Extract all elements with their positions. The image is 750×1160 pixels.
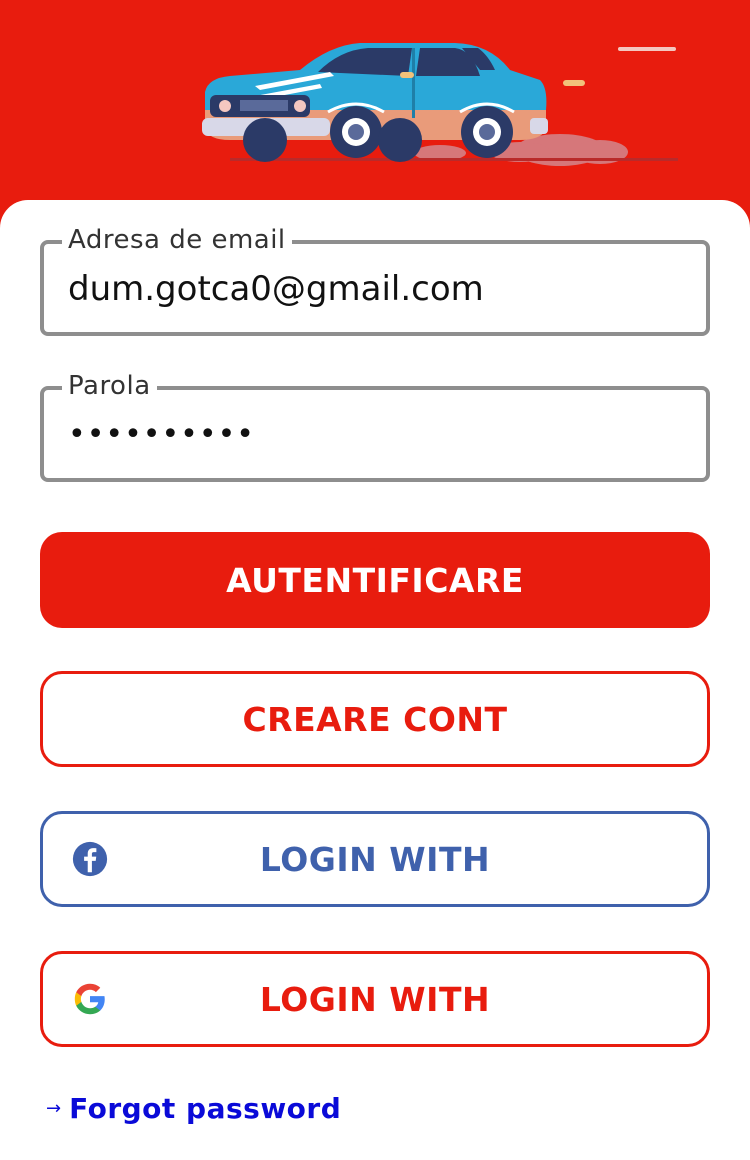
arrow-right-icon: → [46, 1097, 62, 1119]
login-button[interactable]: AUTENTIFICARE [40, 532, 710, 628]
create-account-label: CREARE CONT [242, 699, 508, 739]
create-account-button[interactable]: CREARE CONT [40, 671, 710, 767]
facebook-login-button[interactable]: LOGIN WITH [40, 811, 710, 907]
login-button-label: AUTENTIFICARE [226, 560, 524, 600]
google-login-button[interactable]: LOGIN WITH [40, 951, 710, 1047]
forgot-password-link[interactable]: → Forgot password [46, 1088, 341, 1128]
login-screen: Adresa de email dum.gotca0@gmail.com Par… [0, 0, 750, 1160]
google-login-label: LOGIN WITH [259, 979, 491, 1019]
email-label: Adresa de email [62, 224, 292, 256]
password-label: Parola [62, 370, 157, 402]
password-input[interactable]: •••••••••• [68, 414, 682, 456]
forgot-password-label: Forgot password [69, 1091, 342, 1125]
email-input[interactable]: dum.gotca0@gmail.com [68, 268, 682, 310]
car-illustration [202, 43, 678, 166]
facebook-login-label: LOGIN WITH [259, 839, 491, 879]
email-field[interactable]: Adresa de email dum.gotca0@gmail.com [40, 224, 710, 336]
password-field[interactable]: Parola •••••••••• [40, 370, 710, 482]
facebook-icon [72, 841, 108, 877]
google-icon [74, 983, 105, 1015]
header-banner [0, 0, 750, 230]
